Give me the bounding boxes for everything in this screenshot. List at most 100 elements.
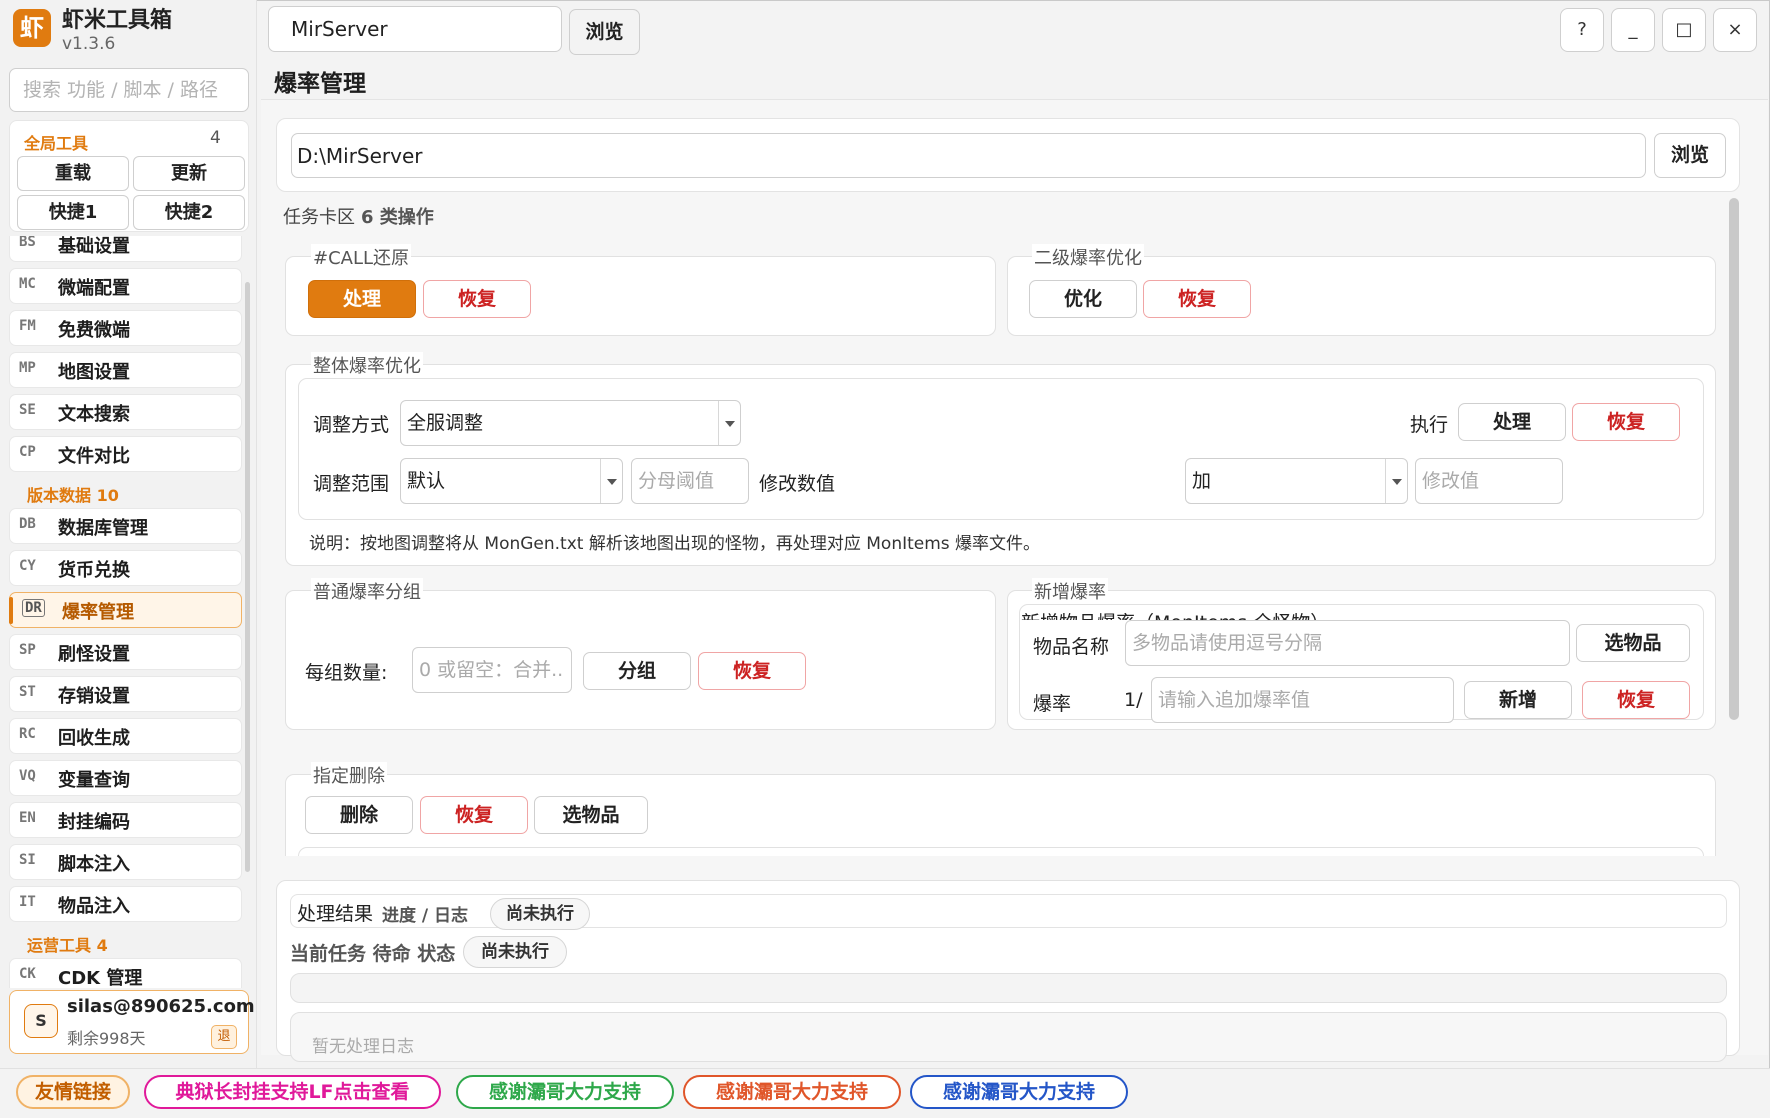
overall-note: 说明：按地图调整将从 MonGen.txt 解析该地图出现的怪物，再处理对应 M… — [309, 534, 1041, 554]
group-count-input[interactable] — [412, 647, 572, 693]
call-restore-button[interactable]: 恢复 — [423, 280, 531, 318]
mode-select-value: 全服调整 — [407, 412, 484, 434]
range-select-value: 默认 — [407, 470, 446, 492]
close-button[interactable]: × — [1713, 8, 1757, 52]
nav-code: MC — [19, 276, 36, 292]
delete-select-item-button[interactable]: 选物品 — [534, 796, 648, 834]
user-days-left: 剩余998天 — [67, 1029, 146, 1048]
footer-link-lf[interactable]: 典狱长封挂支持LF点击查看 — [144, 1075, 441, 1109]
nav-code: ST — [19, 684, 36, 700]
sidebar-search-input[interactable] — [9, 68, 249, 112]
footer-link-thanks-2[interactable]: 感谢灞哥大力支持 — [683, 1075, 901, 1109]
operation-select[interactable]: 加 — [1185, 458, 1408, 504]
nav-group-version-data: 版本数据 10 — [27, 486, 119, 505]
delete-restore-button[interactable]: 恢复 — [420, 796, 528, 834]
item-name-input[interactable] — [1125, 620, 1570, 666]
range-label: 调整范围 — [313, 473, 390, 495]
topbar-path-input[interactable] — [268, 6, 562, 52]
shortcut2-button[interactable]: 快捷2 — [133, 195, 245, 230]
nav-code: CP — [19, 444, 36, 460]
help-button[interactable]: ? — [1560, 8, 1604, 52]
reload-button[interactable]: 重载 — [17, 156, 129, 191]
global-tools-title: 全局工具 — [24, 134, 89, 153]
chevron-down-icon — [600, 459, 622, 503]
shortcut1-button[interactable]: 快捷1 — [17, 195, 129, 230]
main-scrollbar[interactable] — [1729, 198, 1739, 720]
friend-links-button[interactable]: 友情链接 — [16, 1075, 130, 1109]
sidebar-item-st[interactable]: ST 存销设置 — [9, 676, 242, 712]
app-logo: 虾 — [13, 9, 51, 47]
nav-label: 文件对比 — [58, 446, 130, 467]
logout-button[interactable]: 退 — [211, 1025, 237, 1049]
second-optimize-button[interactable]: 优化 — [1029, 280, 1137, 318]
footer-link-thanks-3[interactable]: 感谢灞哥大力支持 — [910, 1075, 1128, 1109]
nav-label: 爆率管理 — [62, 602, 134, 623]
add-rate-restore-button[interactable]: 恢复 — [1582, 681, 1690, 719]
add-rate-button[interactable]: 新增 — [1464, 681, 1572, 719]
sidebar-item-ck[interactable]: CK CDK 管理 — [9, 958, 242, 988]
delete-button[interactable]: 删除 — [305, 796, 413, 834]
sidebar-item-cp[interactable]: CP 文件对比 — [9, 436, 242, 472]
nav-label: 微端配置 — [58, 278, 130, 299]
nav-label: 数据库管理 — [58, 518, 148, 539]
minimize-button[interactable]: _ — [1611, 8, 1655, 52]
sidebar-item-vq[interactable]: VQ 变量查询 — [9, 760, 242, 796]
update-button[interactable]: 更新 — [133, 156, 245, 191]
nav-label: 免费微端 — [58, 320, 130, 341]
sidebar-item-si[interactable]: SI 脚本注入 — [9, 844, 242, 880]
sidebar-item-db[interactable]: DB 数据库管理 — [9, 508, 242, 544]
sidebar-item-cy[interactable]: CY 货币兑换 — [9, 550, 242, 586]
mode-label: 调整方式 — [313, 414, 390, 436]
path-browse-button[interactable]: 浏览 — [1654, 133, 1726, 178]
log-box — [290, 1012, 1727, 1062]
call-process-button[interactable]: 处理 — [308, 280, 416, 318]
nav-label: 封挂编码 — [58, 812, 130, 833]
nav-label: 地图设置 — [58, 362, 130, 383]
topbar-browse-button[interactable]: 浏览 — [569, 9, 640, 55]
card-title-add-rate: 新增爆率 — [1032, 578, 1108, 604]
group-restore-button[interactable]: 恢复 — [698, 652, 806, 690]
current-status-badge: 尚未执行 — [463, 936, 567, 968]
server-path-input[interactable] — [291, 133, 1646, 178]
modify-value-input[interactable] — [1415, 458, 1563, 504]
chevron-down-icon — [718, 401, 740, 445]
rate-label: 爆率 — [1033, 693, 1072, 715]
second-restore-button[interactable]: 恢复 — [1143, 280, 1251, 318]
sidebar-item-fm[interactable]: FM 免费微端 — [9, 310, 242, 346]
sidebar-scrollbar[interactable] — [245, 282, 250, 872]
select-item-button[interactable]: 选物品 — [1576, 624, 1690, 662]
nav-code: CK — [19, 966, 36, 982]
overall-process-button[interactable]: 处理 — [1458, 403, 1566, 441]
footer-link-thanks-1[interactable]: 感谢灞哥大力支持 — [456, 1075, 674, 1109]
sidebar-item-bs[interactable]: BS 基础设置 — [9, 236, 242, 262]
range-select[interactable]: 默认 — [400, 458, 623, 504]
app-name: 虾米工具箱 — [62, 8, 173, 33]
task-cards-area: #CALL还原 处理 恢复 二级爆率优化 优化 恢复 整体爆率优化 调整方式 全… — [276, 226, 1726, 856]
current-task-label: 当前任务 待命 状态 — [290, 943, 456, 965]
sidebar-item-it[interactable]: IT 物品注入 — [9, 886, 242, 922]
sidebar-item-en[interactable]: EN 封挂编码 — [9, 802, 242, 838]
nav-code: SE — [19, 402, 36, 418]
card-title-second-level: 二级爆率优化 — [1032, 244, 1144, 270]
denominator-input[interactable] — [631, 458, 749, 504]
result-subtitle: 进度 / 日志 — [382, 906, 469, 926]
sidebar-item-mc[interactable]: MC 微端配置 — [9, 268, 242, 304]
sidebar-item-rc[interactable]: RC 回收生成 — [9, 718, 242, 754]
sidebar-item-mp[interactable]: MP 地图设置 — [9, 352, 242, 388]
group-button[interactable]: 分组 — [583, 652, 691, 690]
sidebar-item-se[interactable]: SE 文本搜索 — [9, 394, 242, 430]
maximize-button[interactable]: □ — [1662, 8, 1706, 52]
nav-label: 脚本注入 — [58, 854, 130, 875]
user-email: silas@890625.com — [67, 996, 255, 1017]
task-zone-title: 任务卡区 — [283, 207, 355, 228]
nav-code: IT — [19, 894, 36, 910]
operation-select-value: 加 — [1192, 470, 1212, 492]
nav-label: 基础设置 — [58, 236, 130, 257]
sidebar-item-sp[interactable]: SP 刷怪设置 — [9, 634, 242, 670]
rate-input[interactable] — [1151, 677, 1454, 723]
overall-restore-button[interactable]: 恢复 — [1572, 403, 1680, 441]
modify-label: 修改数值 — [759, 473, 836, 495]
sidebar-item-dr[interactable]: DR 爆率管理 — [9, 592, 242, 628]
nav-code: FM — [19, 318, 36, 334]
mode-select[interactable]: 全服调整 — [400, 400, 741, 446]
